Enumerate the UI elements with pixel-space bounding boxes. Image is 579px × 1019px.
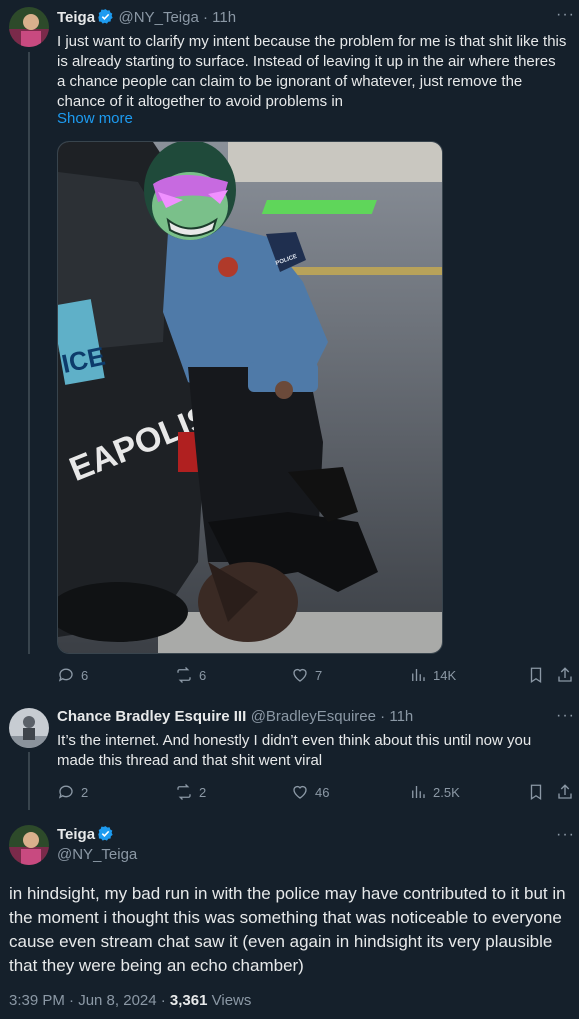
tweet-time[interactable]: 11h <box>389 708 413 725</box>
repost-icon <box>177 784 191 800</box>
share-icon <box>558 667 572 682</box>
tweet3-header: Teiga <box>57 825 114 844</box>
share-icon <box>558 784 572 799</box>
tweet-meta: 3:39 PM · Jun 8, 2024 · 3,361 Views <box>9 992 251 1009</box>
handle[interactable]: @BradleyEsquiree <box>251 708 376 725</box>
display-name[interactable]: Teiga <box>57 826 95 843</box>
views-count: 3,361 <box>169 992 208 1009</box>
views-button[interactable]: 14K <box>409 666 456 684</box>
repost-count: 6 <box>199 667 207 683</box>
reply-icon <box>58 668 73 682</box>
view-count: 2.5K <box>433 784 460 800</box>
views-chart-icon <box>412 786 425 798</box>
separator: · <box>198 9 213 26</box>
like-button[interactable]: 7 <box>291 666 322 684</box>
views-label: Views <box>207 992 252 1009</box>
avatar-teiga[interactable] <box>9 7 49 47</box>
heart-icon <box>293 668 307 682</box>
repost-button[interactable]: 2 <box>175 783 206 801</box>
show-more-link[interactable]: Show more <box>57 110 133 127</box>
like-count: 7 <box>315 667 323 683</box>
timestamp[interactable]: 3:39 PM · Jun 8, 2024 · <box>9 992 170 1009</box>
display-name[interactable]: Teiga <box>57 9 95 26</box>
thread-line <box>28 52 30 654</box>
tweet-text: in hindsight, my bad run in with the pol… <box>9 884 566 975</box>
reply-count: 6 <box>81 667 89 683</box>
repost-icon <box>177 667 191 683</box>
views-button[interactable]: 2.5K <box>409 783 460 801</box>
avatar-teiga[interactable] <box>9 825 49 865</box>
reply-count: 2 <box>81 784 89 800</box>
verified-badge-icon <box>98 826 113 841</box>
reply-button[interactable]: 6 <box>57 666 88 684</box>
handle[interactable]: @NY_Teiga <box>119 9 199 26</box>
display-name[interactable]: Chance Bradley Esquire III <box>57 708 246 725</box>
separator: · <box>376 708 390 725</box>
tweet-text: It’s the internet. And honestly I didn’t… <box>57 732 532 769</box>
more-options-icon[interactable]: ··· <box>556 6 575 24</box>
bookmark-button[interactable] <box>527 666 545 684</box>
more-options-icon[interactable]: ··· <box>556 826 575 844</box>
avatar-chance-bradley[interactable] <box>9 708 49 748</box>
share-button[interactable] <box>556 666 574 684</box>
repost-button[interactable]: 6 <box>175 666 206 684</box>
like-button[interactable]: 46 <box>291 783 329 801</box>
repost-count: 2 <box>199 784 207 800</box>
handle[interactable]: @NY_Teiga <box>57 846 137 863</box>
views-chart-icon <box>412 669 425 681</box>
reply-button[interactable]: 2 <box>57 783 88 801</box>
view-count: 14K <box>433 667 457 683</box>
reply-icon <box>58 785 73 799</box>
tweet1-header: Teiga @NY_Teiga · 11h <box>57 8 236 27</box>
more-options-icon[interactable]: ··· <box>556 707 575 725</box>
thread-line <box>28 752 30 810</box>
tweet2-header: Chance Bradley Esquire III @BradleyEsqui… <box>57 708 413 726</box>
bookmark-icon <box>530 784 542 801</box>
like-count: 46 <box>315 784 330 800</box>
tweet-text: I just want to clarify my intent because… <box>57 33 567 110</box>
bookmark-button[interactable] <box>527 783 545 801</box>
tweet-time[interactable]: 11h <box>212 9 236 26</box>
heart-icon <box>293 785 307 799</box>
verified-badge-icon <box>98 9 113 24</box>
bookmark-icon <box>530 667 542 684</box>
tweet-media-image[interactable]: ICE EAPOLIS POLICE <box>57 141 443 654</box>
share-button[interactable] <box>556 783 574 801</box>
